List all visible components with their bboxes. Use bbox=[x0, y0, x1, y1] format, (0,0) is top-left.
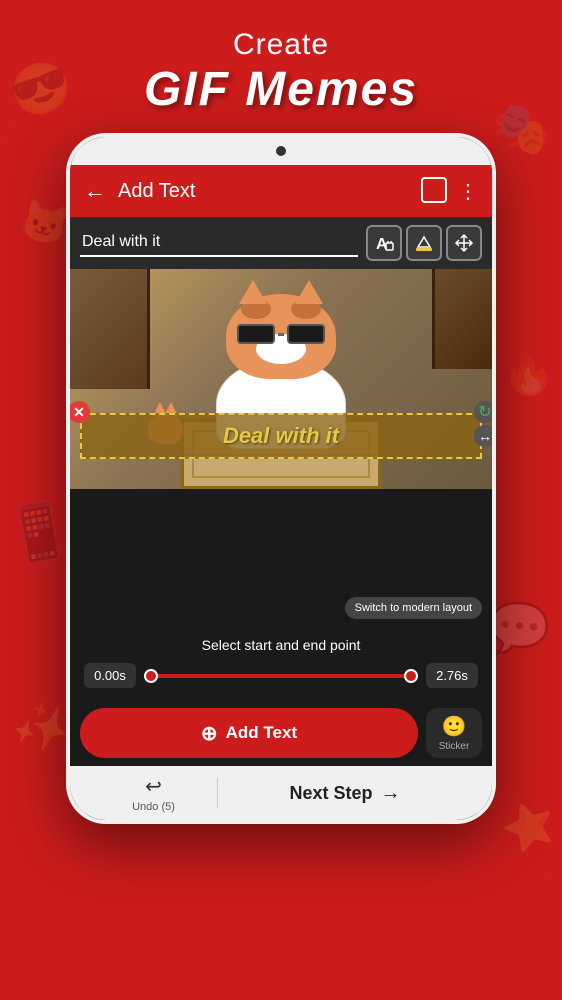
phone-notch bbox=[70, 137, 492, 165]
add-text-label: Add Text bbox=[226, 723, 297, 743]
cat-ear-right bbox=[295, 280, 323, 304]
sunglasses bbox=[237, 324, 325, 344]
sunglass-left bbox=[237, 324, 275, 344]
add-text-button[interactable]: ⊕ Add Text bbox=[80, 708, 418, 758]
sunglass-bridge bbox=[278, 333, 284, 336]
next-step-button[interactable]: Next Step → bbox=[218, 782, 472, 805]
cat-head bbox=[226, 294, 336, 379]
add-icon: ⊕ bbox=[201, 721, 218, 746]
back-button[interactable]: ← bbox=[84, 178, 106, 204]
sunglass-right bbox=[287, 324, 325, 344]
bottom-nav: ↩ Undo (5) Next Step → bbox=[70, 766, 492, 820]
timeline-label: Select start and end point bbox=[84, 637, 478, 653]
sticker-label: Sticker bbox=[439, 741, 470, 752]
resize-x-handle[interactable]: ↔ bbox=[474, 425, 492, 447]
sticker-button[interactable]: 🙂 Sticker bbox=[426, 708, 482, 758]
bottom-buttons: ⊕ Add Text 🙂 Sticker bbox=[70, 700, 492, 766]
switch-layout-button[interactable]: Switch to modern layout bbox=[345, 597, 482, 619]
cat-ear-left bbox=[239, 280, 267, 304]
text-input-field[interactable] bbox=[80, 229, 358, 257]
next-step-label: Next Step bbox=[289, 783, 372, 804]
header-create: Create bbox=[144, 28, 418, 62]
delete-text-handle[interactable]: ✕ bbox=[70, 401, 90, 423]
start-time-badge: 0.00s bbox=[84, 663, 136, 688]
gif-preview: Deal with it ✕ ↻ ↔ bbox=[70, 269, 492, 489]
app-bar-title: Add Text bbox=[118, 180, 424, 203]
timeline-row: 0.00s 2.76s bbox=[84, 663, 478, 688]
bg-wall-left bbox=[70, 269, 150, 389]
app-bar: ← Add Text ⋮ bbox=[70, 165, 492, 217]
app-bar-icons: ⋮ bbox=[424, 179, 478, 204]
undo-label: Undo (5) bbox=[132, 801, 175, 813]
text-tool-buttons: A bbox=[366, 225, 482, 261]
fill-color-button[interactable] bbox=[406, 225, 442, 261]
gif-text-overlay[interactable]: Deal with it ✕ ↻ ↔ bbox=[80, 413, 482, 459]
timeline-thumb-start[interactable] bbox=[144, 669, 158, 683]
gif-text-content: Deal with it bbox=[90, 423, 472, 449]
layers-icon[interactable] bbox=[424, 180, 446, 202]
undo-button[interactable]: ↩ Undo (5) bbox=[90, 774, 217, 813]
move-button[interactable] bbox=[446, 225, 482, 261]
black-area: Switch to modern layout bbox=[70, 489, 492, 629]
rotate-text-handle[interactable]: ↻ bbox=[474, 401, 492, 423]
undo-icon: ↩ bbox=[145, 774, 162, 799]
header-gif-memes: GIF Memes bbox=[144, 62, 418, 117]
timeline-progress bbox=[144, 674, 418, 678]
header-area: Create GIF Memes bbox=[144, 0, 418, 133]
font-style-button[interactable]: A bbox=[366, 225, 402, 261]
more-options-icon[interactable]: ⋮ bbox=[458, 179, 478, 204]
phone-frame: ← Add Text ⋮ A bbox=[66, 133, 496, 824]
bg-wall-right bbox=[432, 269, 492, 369]
timeline-thumb-end[interactable] bbox=[404, 669, 418, 683]
next-step-arrow: → bbox=[381, 782, 401, 805]
text-input-area: A bbox=[70, 217, 492, 269]
timeline-area: Select start and end point 0.00s 2.76s bbox=[70, 629, 492, 700]
timeline-track[interactable] bbox=[144, 674, 418, 678]
end-time-badge: 2.76s bbox=[426, 663, 478, 688]
sticker-icon: 🙂 bbox=[442, 714, 467, 739]
phone-camera bbox=[276, 146, 286, 156]
